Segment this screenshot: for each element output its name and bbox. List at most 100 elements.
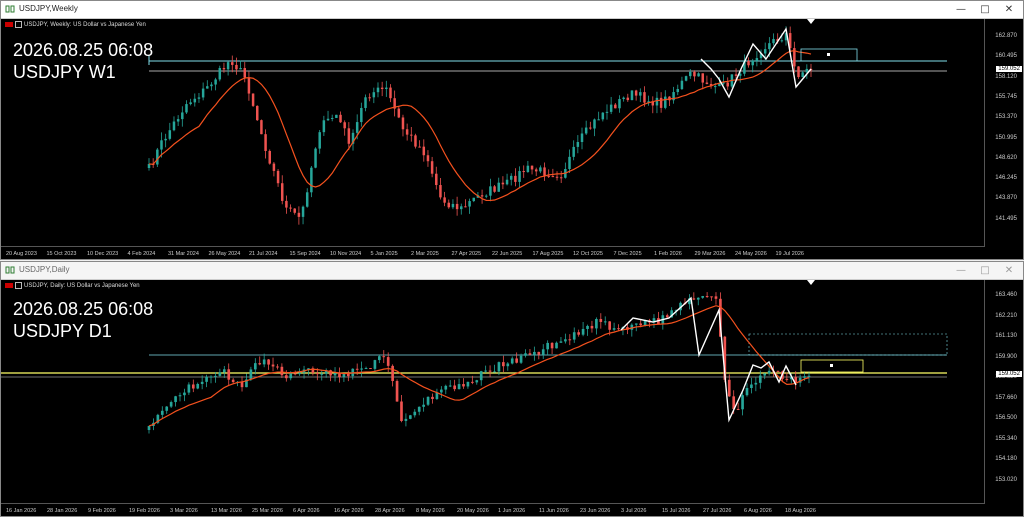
weekly-time-axis[interactable]: 20 Aug 2023 15 Oct 2023 10 Dec 2023 4 Feb 2… xyxy=(1,246,985,259)
candle-body xyxy=(169,402,173,407)
daily-symbol-label: USDJPY D1 xyxy=(13,321,112,341)
price-tick-label: 143.870 xyxy=(995,195,1017,202)
candle-body xyxy=(426,155,430,162)
candle-body xyxy=(289,207,292,209)
candle-body xyxy=(322,120,326,133)
weekly-title-bar[interactable]: USDJPY,Weekly — □ ✕ xyxy=(1,1,1023,19)
chart-tools-icon xyxy=(15,282,22,289)
maximize-button[interactable]: □ xyxy=(973,1,997,18)
current-price-tag: 159.052 xyxy=(996,371,1022,377)
time-tick-label: 6 Aug 2026 xyxy=(744,508,772,514)
time-tick-label: 23 Jun 2026 xyxy=(580,508,611,514)
candle-body xyxy=(343,122,346,129)
time-tick-label: 25 Mar 2026 xyxy=(252,508,283,514)
candle-body xyxy=(488,370,492,372)
candle-body xyxy=(509,175,513,180)
weekly-chart-window[interactable]: USDJPY,Weekly — □ ✕ USDJPY, Weekly: US D… xyxy=(0,0,1024,260)
candle-body xyxy=(580,133,584,143)
candle-body xyxy=(468,201,471,207)
candle-body xyxy=(515,358,518,363)
price-tick-label: 156.500 xyxy=(995,415,1017,421)
candle-body xyxy=(689,71,692,77)
candle-body xyxy=(559,341,563,343)
daily-overlay-text: 2026.08.25 06:08 USDJPY D1 xyxy=(13,298,153,342)
candle-body xyxy=(609,104,613,112)
candle-body xyxy=(267,359,270,365)
candle-body xyxy=(466,381,470,387)
candle-body xyxy=(214,79,217,85)
price-tick-label: 158.120 xyxy=(995,73,1017,80)
daily-chart-window[interactable]: USDJPY,Daily — □ ✕ USDJPY, Daily: US Dol… xyxy=(0,261,1024,517)
close-button[interactable]: ✕ xyxy=(997,262,1021,279)
candle-body xyxy=(475,380,479,383)
daily-datetime: 2026.08.25 06:08 xyxy=(13,299,154,319)
time-tick-label: 1 Feb 2026 xyxy=(654,251,682,257)
price-tick-label: 146.245 xyxy=(995,175,1017,182)
candle-body xyxy=(693,71,696,77)
candle-body xyxy=(564,339,567,342)
candle-body xyxy=(181,112,184,120)
candle-body xyxy=(639,92,642,96)
minimize-button[interactable]: — xyxy=(949,262,973,279)
candle-body xyxy=(280,366,284,376)
daily-symbol-info: USDJPY, Daily: US Dollar vs Japanese Yen xyxy=(5,282,140,289)
maximize-button[interactable]: □ xyxy=(973,262,997,279)
candle-body xyxy=(355,368,359,370)
candle-body xyxy=(807,375,811,377)
candle-body xyxy=(584,127,588,134)
candle-body xyxy=(315,372,319,375)
candle-body xyxy=(364,368,368,370)
candle-body xyxy=(400,401,403,421)
candle-body xyxy=(451,203,455,208)
candle-body xyxy=(338,373,341,378)
daily-time-axis[interactable]: 16 Jan 2026 28 Jan 2026 9 Feb 2026 19 Feb 2… xyxy=(1,503,985,516)
close-button[interactable]: ✕ xyxy=(997,1,1021,18)
daily-price-axis[interactable]: 163.460 162.210 161.130 159.900 158.820 157.6… xyxy=(984,280,1023,504)
daily-title-bar[interactable]: USDJPY,Daily — □ ✕ xyxy=(1,262,1023,280)
minimize-button[interactable]: — xyxy=(949,1,973,18)
candle-body xyxy=(805,68,809,73)
candle-body xyxy=(251,93,255,106)
candle-body xyxy=(551,176,555,178)
time-tick-label: 3 Jul 2026 xyxy=(621,508,647,514)
weekly-price-axis[interactable]: 162.870 160.495 158.120 155.745 153.370 150.9… xyxy=(984,19,1023,247)
candle-body xyxy=(614,104,617,109)
candle-body xyxy=(519,355,523,363)
chart-window-icon xyxy=(5,266,15,274)
weekly-datetime: 2026.08.25 06:08 xyxy=(13,40,154,60)
time-tick-label: 27 Apr 2025 xyxy=(451,251,482,257)
candle-body xyxy=(617,328,620,330)
price-tick-label: 162.210 xyxy=(995,312,1017,319)
candle-body xyxy=(193,98,197,103)
daily-chart-area[interactable]: USDJPY, Daily: US Dollar vs Japanese Yen… xyxy=(1,280,1023,516)
candle-body xyxy=(189,102,192,105)
weekly-symbol-desc: USDJPY, Weekly: US Dollar vs Japanese Ye… xyxy=(24,22,146,29)
candle-body xyxy=(605,111,609,113)
candle-body xyxy=(489,186,492,196)
candle-body xyxy=(395,381,399,402)
candle-body xyxy=(260,120,263,135)
candle-body xyxy=(590,325,594,329)
candle-body xyxy=(298,372,301,375)
candle-body xyxy=(634,323,638,325)
candle-body xyxy=(634,90,638,96)
candle-body xyxy=(364,97,367,108)
time-tick-label: 2 Mar 2025 xyxy=(411,251,439,257)
candle-body xyxy=(160,410,164,415)
candle-body xyxy=(249,369,253,380)
candle-body xyxy=(726,82,729,87)
us-flag-icon xyxy=(5,283,13,288)
candle-body xyxy=(418,146,421,148)
candle-body xyxy=(314,148,317,168)
candle-body xyxy=(440,389,443,393)
candle-body xyxy=(264,134,267,151)
candle-body xyxy=(409,415,412,419)
candle-body xyxy=(595,318,598,329)
candle-body xyxy=(797,66,800,78)
candle-body xyxy=(546,342,549,350)
candle-body xyxy=(187,384,191,393)
candle-body xyxy=(697,73,700,77)
weekly-chart-area[interactable]: USDJPY, Weekly: US Dollar vs Japanese Ye… xyxy=(1,19,1023,259)
zone-box-dashed xyxy=(748,333,948,356)
candle-body xyxy=(310,167,313,193)
